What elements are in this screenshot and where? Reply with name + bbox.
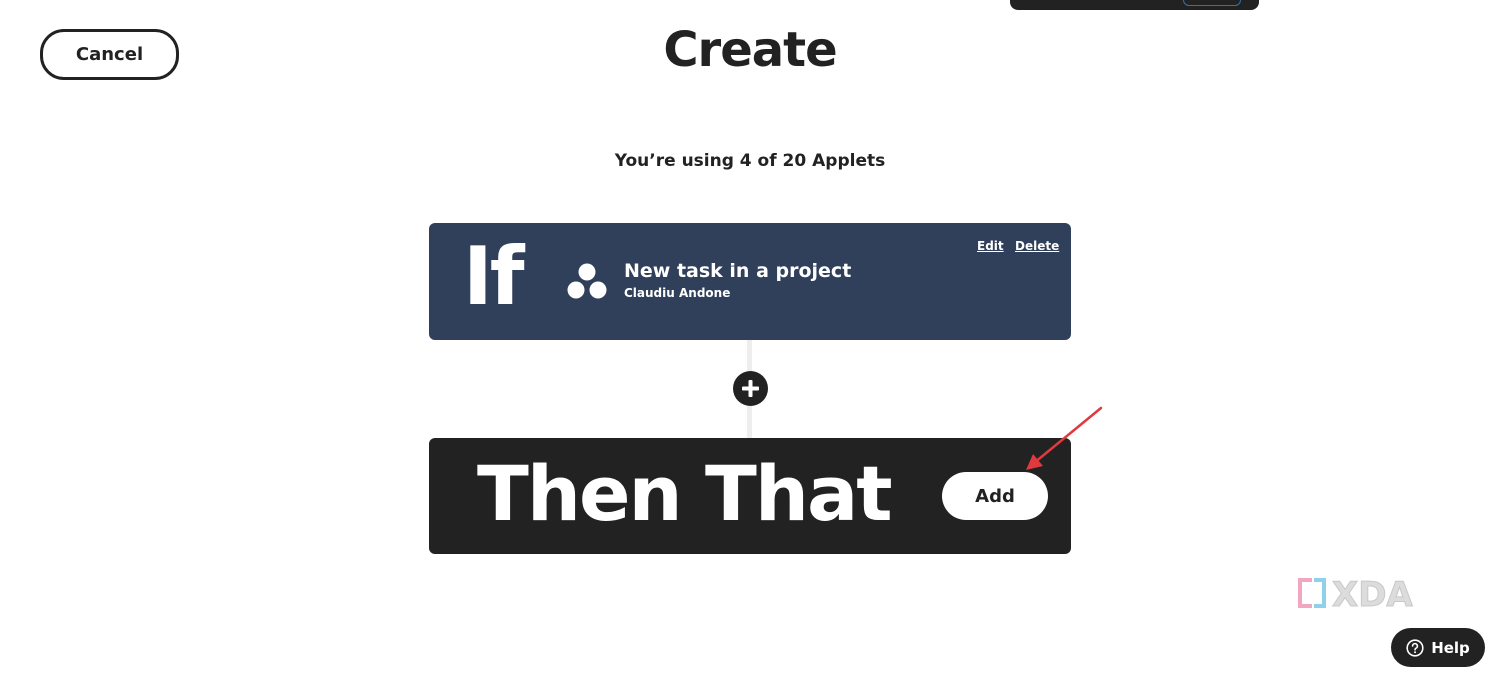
help-label: Help (1431, 638, 1470, 657)
xda-watermark: XDA (1298, 575, 1414, 616)
edit-trigger-link[interactable]: Edit (977, 239, 1004, 253)
plus-icon (742, 380, 759, 397)
then-action-card: Then That Add (429, 438, 1071, 554)
then-that-label: Then That (477, 449, 893, 538)
asana-logo-icon (567, 263, 607, 299)
if-label: If (463, 230, 525, 323)
red-arrow-icon (1026, 406, 1103, 470)
delete-trigger-link[interactable]: Delete (1015, 239, 1059, 253)
help-button[interactable]: Help (1391, 628, 1485, 667)
add-action-button[interactable]: Add (942, 472, 1048, 520)
add-step-button[interactable] (733, 371, 768, 406)
applet-usage-text: You’re using 4 of 20 Applets (614, 151, 886, 171)
page-title: Create (663, 22, 837, 78)
create-applet-page: Cancel Create You’re using 4 of 20 Apple… (0, 0, 1500, 679)
top-popover-edge (1010, 0, 1259, 10)
trigger-title: New task in a project (624, 260, 852, 282)
watermark-text: XDA (1332, 575, 1413, 615)
popover-pill (1183, 0, 1241, 6)
trigger-account: Claudiu Andone (624, 286, 731, 300)
question-circle-icon (1406, 638, 1424, 657)
if-trigger-card[interactable]: If New task in a project Claudiu Andone … (429, 223, 1071, 340)
